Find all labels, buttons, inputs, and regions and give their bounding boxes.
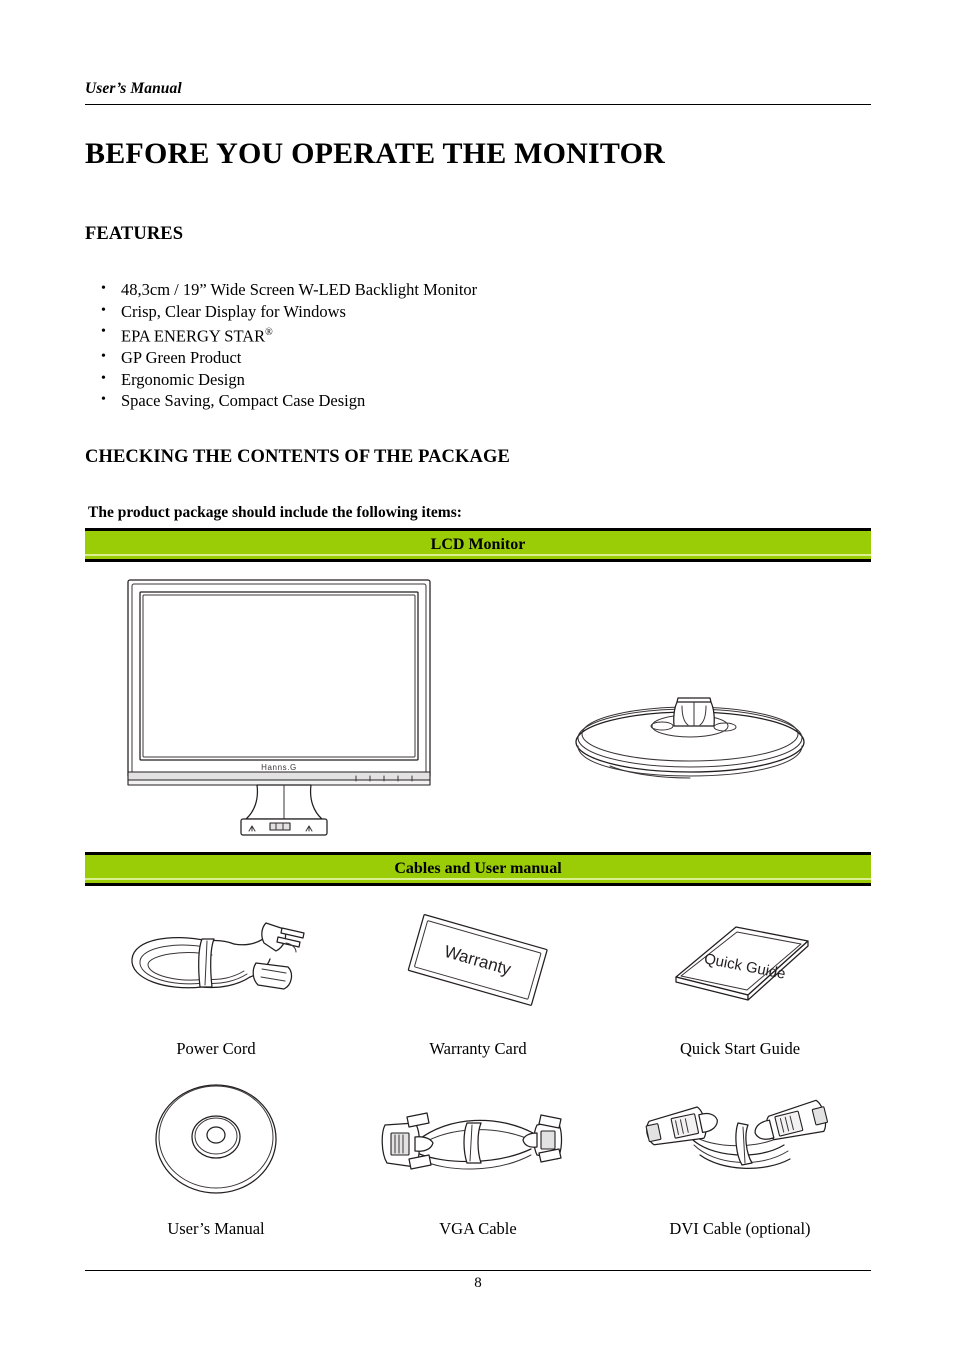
accessory-label-cell: DVI Cable (optional)	[609, 1209, 871, 1249]
package-intro-text: The product package should include the f…	[88, 504, 462, 521]
accessory-label: User’s Manual	[167, 1219, 265, 1238]
list-item: Ergonomic Design	[101, 368, 477, 391]
list-item: EPA ENERGY STAR®	[101, 321, 477, 347]
features-list: 48,3cm / 19” Wide Screen W-LED Backlight…	[85, 278, 478, 412]
dvi-cable-icon	[645, 1099, 828, 1169]
monitor-base-icon	[575, 697, 805, 779]
accessory-label-cell: User’s Manual	[85, 1209, 347, 1249]
accessories-figure-grid: Warranty Quick Guide Power Cord Warranty…	[85, 889, 871, 1261]
accessory-image-cell	[85, 1069, 347, 1209]
running-head: User’s Manual	[85, 80, 182, 97]
accessory-label-cell: Warranty Card	[347, 1029, 609, 1069]
power-cord-icon	[131, 922, 305, 990]
band-label: LCD Monitor	[430, 536, 526, 553]
header-divider	[85, 104, 871, 105]
features-heading: FEATURES	[85, 224, 184, 244]
accessory-label: DVI Cable (optional)	[669, 1219, 811, 1238]
monitor-base-illustration	[570, 686, 810, 796]
quick-guide-icon: Quick Guide	[674, 926, 809, 1001]
monitor-icon: Hanns.G	[127, 579, 431, 836]
accessory-label: Power Cord	[176, 1039, 256, 1058]
page-number: 8	[474, 1275, 482, 1291]
accessory-label-cell: VGA Cable	[347, 1209, 609, 1249]
table-header-cables-and-manual: Cables and User manual	[85, 852, 871, 886]
accessory-label-cell: Quick Start Guide	[609, 1029, 871, 1069]
manual-page: User’s Manual BEFORE YOU OPERATE THE MON…	[0, 0, 954, 1351]
page-content: User’s Manual BEFORE YOU OPERATE THE MON…	[85, 0, 871, 1351]
feature-text: Ergonomic Design	[121, 369, 245, 389]
lcd-monitor-figure-row: Hanns.G	[85, 566, 871, 850]
feature-text: GP Green Product	[121, 348, 242, 367]
list-item: Space Saving, Compact Case Design	[101, 389, 477, 412]
accessory-image-cell	[609, 1069, 871, 1209]
accessory-image-cell: Quick Guide	[609, 889, 871, 1029]
accessory-label: VGA Cable	[439, 1219, 517, 1238]
warranty-card-icon: Warranty	[407, 914, 548, 1006]
package-heading: CHECKING THE CONTENTS OF THE PACKAGE	[85, 447, 510, 467]
band-label: Cables and User manual	[394, 860, 562, 877]
feature-text: EPA ENERGY STAR	[121, 326, 266, 346]
registered-trademark-icon: ®	[265, 327, 273, 338]
vga-cable-icon	[381, 1112, 562, 1170]
page-title: BEFORE YOU OPERATE THE MONITOR	[85, 137, 665, 170]
cd-disc-icon	[155, 1084, 277, 1194]
feature-text: Space Saving, Compact Case Design	[121, 391, 366, 410]
accessory-label-cell: Power Cord	[85, 1029, 347, 1069]
accessory-label: Warranty Card	[429, 1039, 527, 1058]
list-item: Crisp, Clear Display for Windows	[101, 300, 477, 323]
monitor-illustration: Hanns.G	[124, 576, 444, 836]
list-item: GP Green Product	[101, 346, 477, 369]
footer-divider	[85, 1270, 871, 1271]
feature-text: Crisp, Clear Display for Windows	[121, 301, 346, 321]
accessory-label: Quick Start Guide	[679, 1039, 801, 1058]
table-header-lcd-monitor: LCD Monitor	[85, 528, 871, 562]
accessory-image-cell	[347, 1069, 609, 1209]
monitor-brand-logo: Hanns.G	[261, 763, 297, 772]
accessory-image-cell	[85, 889, 347, 1029]
feature-text: 48,3cm / 19” Wide Screen W-LED Backlight…	[121, 280, 478, 299]
list-item: 48,3cm / 19” Wide Screen W-LED Backlight…	[101, 278, 478, 301]
accessory-image-cell: Warranty	[347, 889, 609, 1029]
